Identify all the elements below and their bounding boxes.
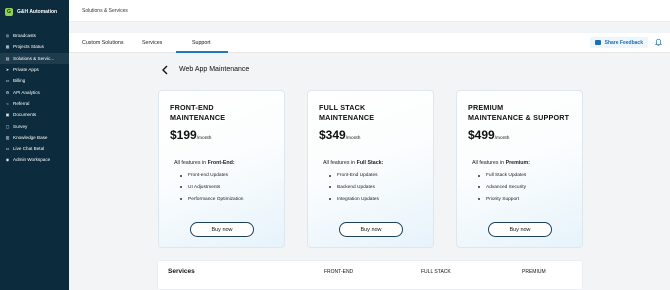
list-item: Priority Support: [478, 197, 526, 209]
sidebar-item-label: Solutions & Servic...: [13, 55, 55, 61]
analytics-icon: ⚙: [5, 89, 10, 95]
sidebar-item-knowledge-base[interactable]: ▥ Knowledge Base: [0, 132, 69, 143]
plan-card-full-stack: FULL STACK MAINTENANCE $349/month All fea…: [307, 90, 434, 248]
features-list: Full Stack Updates Advanced Security Pri…: [478, 173, 526, 208]
chat-icon: ▭: [5, 146, 10, 152]
plan-title: FRONT-END MAINTENANCE: [170, 103, 226, 122]
page-title: Web App Maintenance: [179, 66, 250, 73]
active-tab-indicator: [176, 51, 228, 53]
sidebar-item-projects-status[interactable]: ▦ Projects Status: [0, 41, 69, 52]
sidebar-item-label: Live Chat Betal: [13, 146, 45, 152]
list-item: Performance Optimization: [180, 197, 243, 209]
sidebar-item-admin-workspace[interactable]: ◉ Admin Workspace: [0, 154, 69, 165]
sidebar-item-documents[interactable]: ▣ Documents: [0, 109, 69, 120]
sidebar-item-api-analytics[interactable]: ⚙ API Analytics: [0, 86, 69, 97]
tab-services[interactable]: Services: [142, 40, 162, 46]
sidebar-item-broadcasts[interactable]: ◎ Broadcasts: [0, 30, 69, 41]
survey-icon: ▢: [5, 123, 10, 129]
list-item: Advanced Security: [478, 185, 526, 197]
broadcast-icon: ◎: [5, 33, 10, 39]
sidebar-item-label: Broadcasts: [13, 33, 36, 39]
sidebar: G G&H Automation ◎ Broadcasts ▦ Projects S…: [0, 0, 69, 290]
apps-icon: ➤: [5, 67, 10, 73]
plan-card-front-end: FRONT-END MAINTENANCE $199/month All feat…: [158, 90, 285, 248]
sidebar-item-label: Billing: [13, 78, 26, 84]
top-header: Solutions & Services: [69, 0, 670, 22]
list-item: Full Stack Updates: [478, 173, 526, 185]
billing-icon: ▭: [5, 78, 10, 84]
column-full-stack: FULL STACK: [421, 269, 451, 275]
sidebar-item-referral[interactable]: < Referral: [0, 98, 69, 109]
sidebar-item-label: Knowledge Base: [13, 134, 48, 140]
brand[interactable]: G G&H Automation: [0, 1, 69, 23]
sidebar-item-label: Private Apps: [13, 67, 39, 73]
buy-now-button[interactable]: Buy now: [190, 222, 254, 237]
sidebar-item-label: Documents: [13, 112, 37, 118]
tabs-bar: Custom Solutions Services Support Share …: [69, 33, 670, 53]
sidebar-item-label: Admin Workspace: [13, 157, 51, 163]
buy-now-button[interactable]: Buy now: [339, 222, 403, 237]
services-heading: Services: [168, 268, 195, 275]
list-item: Front-End Updates: [329, 173, 379, 185]
plan-title: FULL STACK MAINTENANCE: [319, 103, 375, 122]
sidebar-item-live-chat[interactable]: ▭ Live Chat Betal: [0, 143, 69, 154]
features-heading: All features in Premium:: [472, 160, 531, 166]
share-feedback-button[interactable]: Share Feedback: [589, 37, 648, 48]
features-heading: All features in Full Stack:: [323, 160, 384, 166]
sidebar-item-label: Survey: [13, 123, 28, 129]
knowledge-icon: ▥: [5, 134, 10, 140]
features-list: Front-End Updates Backend Updates Integr…: [329, 173, 379, 208]
brand-name: G&H Automation: [17, 9, 58, 15]
tab-support[interactable]: Support: [192, 40, 211, 46]
list-item: Front-end Updates: [180, 173, 243, 185]
admin-icon: ◉: [5, 157, 10, 163]
sidebar-item-label: Referral: [13, 100, 30, 106]
sidebar-item-label: API Analytics: [13, 89, 40, 95]
plan-price: $199/month: [170, 128, 212, 142]
brand-logo: G: [5, 8, 13, 16]
list-item: Backend Updates: [329, 185, 379, 197]
sidebar-item-label: Projects Status: [13, 44, 44, 50]
comparison-table-header: Services FRONT-END FULL STACK PREMIUM: [157, 260, 583, 290]
plan-price: $349/month: [319, 128, 361, 142]
sidebar-nav: ◎ Broadcasts ▦ Projects Status ▤ Solutions …: [0, 30, 69, 166]
breadcrumb[interactable]: Solutions & Services: [82, 8, 128, 14]
tab-custom-solutions[interactable]: Custom Solutions: [82, 40, 124, 46]
features-heading: All features in Front-End:: [174, 160, 235, 166]
feedback-icon: [594, 40, 601, 45]
plan-card-premium: PREMIUM MAINTENANCE & SUPPORT $499/month …: [456, 90, 583, 248]
sidebar-item-survey[interactable]: ▢ Survey: [0, 120, 69, 131]
projects-icon: ▦: [5, 44, 10, 50]
sidebar-item-billing[interactable]: ▭ Billing: [0, 75, 69, 86]
list-item: UI Adjustments: [180, 185, 243, 197]
sidebar-item-solutions[interactable]: ▤ Solutions & Servic...: [0, 52, 69, 64]
list-item: Integration Updates: [329, 197, 379, 209]
column-front-end: FRONT-END: [324, 269, 354, 275]
documents-icon: ▣: [5, 112, 10, 118]
back-arrow-icon[interactable]: [160, 65, 170, 75]
solutions-icon: ▤: [5, 55, 10, 61]
sidebar-item-private-apps[interactable]: ➤ Private Apps: [0, 64, 69, 75]
plan-title: PREMIUM MAINTENANCE & SUPPORT: [468, 103, 570, 122]
features-list: Front-end Updates UI Adjustments Perform…: [180, 173, 243, 208]
bell-icon[interactable]: [655, 38, 662, 46]
plan-price: $499/month: [468, 128, 510, 142]
share-feedback-label: Share Feedback: [604, 39, 643, 46]
referral-icon: <: [6, 100, 9, 106]
column-premium: PREMIUM: [522, 269, 546, 275]
buy-now-button[interactable]: Buy now: [488, 222, 552, 237]
